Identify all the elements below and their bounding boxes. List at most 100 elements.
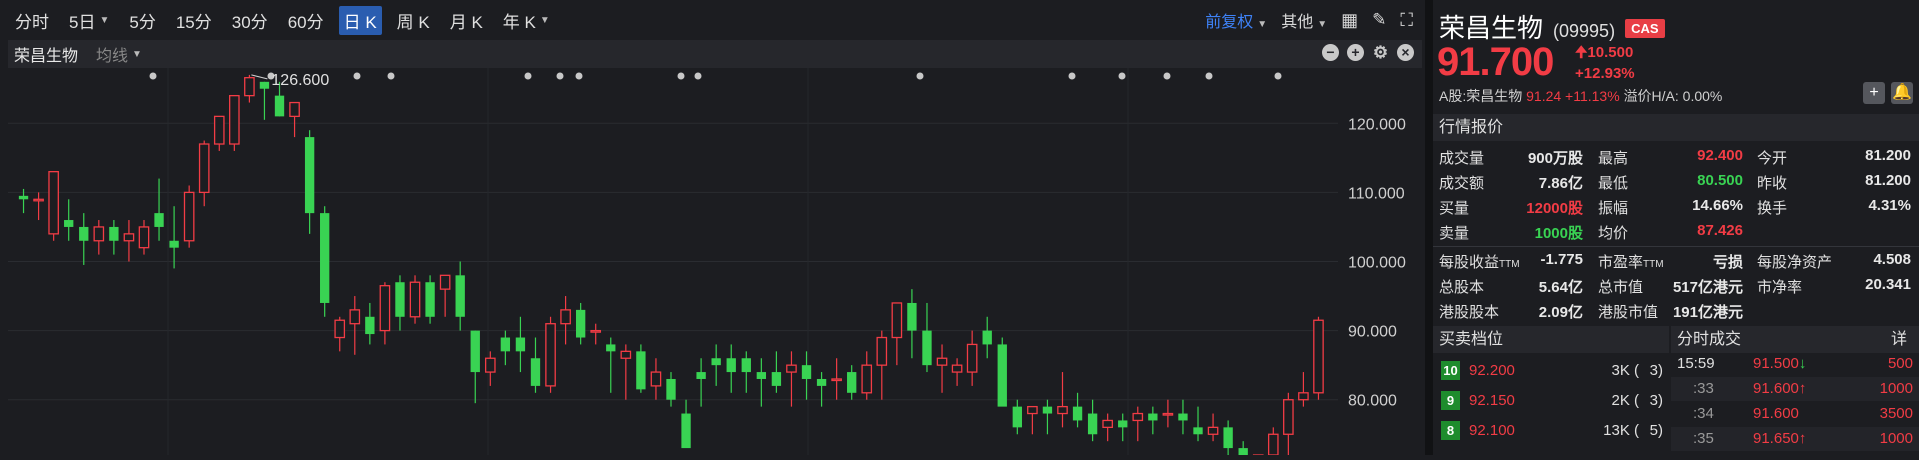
orderbook-row[interactable]: 9 92.150 2K (3) [1433,385,1669,415]
quote-row: 港股股本 2.09亿 港股市值 191亿港元 [1433,298,1919,323]
candle-body [274,95,285,117]
candle-body [907,302,917,331]
last-price: 91.700 [1437,40,1554,84]
layout-grid-icon[interactable]: ▦ [1341,10,1358,31]
section-separator [1433,246,1919,247]
quote-row: 买量 12000股 振幅 14.66% 换手 4.31% [1433,194,1919,219]
period-tab[interactable]: 分时 [10,6,54,35]
candle-body [320,213,330,303]
change-pct: +12.93% [1575,65,1635,82]
candle-body [123,233,135,242]
period-tab[interactable]: 60分 [283,6,329,35]
candle-body [620,350,632,359]
period-tab-label: 15分 [175,12,212,32]
orderbook-row[interactable]: 10 92.200 3K (3) [1433,355,1669,385]
close-icon[interactable]: × [1397,44,1414,61]
y-tick-label: 110.000 [1348,185,1405,202]
chart-subbar: 荣昌生物 均线 ▼ − + ⚙ × [8,40,1422,68]
candle-body [681,413,691,449]
candle-body [575,309,586,338]
order-volume: 13K ( [1603,422,1639,439]
period-tab[interactable]: 5日 ▼ [64,6,114,35]
candle-body [304,137,315,214]
quote-label: 今开 [1757,150,1788,167]
candle-body [244,77,255,97]
period-tab[interactable]: 15分 [171,6,217,35]
quote-label: 昨收 [1757,175,1788,192]
candle-body [198,143,210,194]
event-dot [1068,72,1076,80]
tick-time: 15:59 [1677,355,1715,372]
quote-row: 卖量 1000股 均价 87.426 [1433,219,1919,244]
quote-label: 每股净资产 [1757,254,1833,271]
candle-body [1148,413,1158,421]
candle-body [1162,412,1174,416]
ticks-detail-button[interactable]: 详 [1891,326,1907,353]
period-tab[interactable]: 5分 [124,6,160,35]
candle-body [395,282,405,317]
level-badge: 9 [1441,391,1460,410]
order-price: 92.150 [1469,392,1515,409]
market-header: 行情报价 [1433,114,1919,141]
candle-body [1042,406,1053,414]
quote-label: 市净率 [1757,279,1803,296]
period-tab-label: 周 K [396,12,430,32]
candle-body [1118,420,1128,428]
candle-body [1027,405,1038,415]
indicator-dropdown[interactable]: 均线 ▼ [96,42,142,66]
kline-chart[interactable]: 120.000 110.000 100.000 90.000 80.000 126.600… [8,68,1422,460]
period-tab[interactable]: 年 K ▼ [498,6,555,35]
candle-body [1207,426,1219,435]
quote-value: 81.200 [1865,147,1911,164]
quote-value: 191亿港元 [1672,304,1743,321]
event-dot [916,72,924,80]
arrow-up-icon: ↑ [1798,430,1807,447]
period-tab[interactable]: 月 K [445,6,488,35]
subbar-icons: − + ⚙ × [1322,44,1414,61]
candle-body [109,226,119,241]
ticks-header: 分时成交 详 [1671,326,1919,353]
y-tick-label: 90.000 [1348,324,1397,341]
candle-body [801,365,812,379]
fullscreen-icon[interactable]: ⛶ [1400,10,1413,31]
candle-body [936,357,948,366]
period-tab[interactable]: 日 K [338,5,382,35]
event-dot [524,72,532,80]
candle-body [545,323,556,387]
candle-body [1102,419,1113,429]
period-tab[interactable]: 30分 [227,6,273,35]
quote-label: 总股本 [1439,279,1485,296]
other-dropdown[interactable]: 其他 ▼ [1281,8,1327,32]
candle-body [409,281,421,318]
quote-value: 4.31% [1868,197,1911,214]
add-watchlist-button[interactable]: + [1863,82,1885,104]
settings-icon[interactable]: ⚙ [1372,44,1389,61]
candle-body [1283,399,1294,435]
candle-body [1223,427,1233,449]
period-tab[interactable]: 周 K [392,6,435,35]
brush-icon[interactable]: ✎ [1372,10,1386,30]
alert-bell-icon[interactable]: 🔔 [1891,82,1913,104]
chevron-down-icon: ▼ [99,14,110,26]
kline-svg[interactable]: 120.000 110.000 100.000 90.000 80.000 126.600… [8,68,1422,460]
tick-time: :33 [1693,380,1714,397]
change-value: 10.500 [1587,44,1634,61]
tick-time: :34 [1693,405,1714,422]
panel-divider[interactable] [1425,0,1433,455]
zoom-out-icon[interactable]: − [1322,44,1339,61]
price-change: 🠉10.500 +12.93% [1575,42,1635,84]
tick-volume: 1000 [1879,380,1913,397]
tick-price: 91.600 [1753,405,1799,422]
zoom-in-icon[interactable]: + [1347,44,1364,61]
candle-body [1267,433,1279,456]
candle-body [1178,413,1188,421]
period-tab-label: 年 K [502,12,536,32]
orderbook-row[interactable]: 8 92.100 13K (5) [1433,415,1669,445]
candle-body [79,226,89,241]
quote-value: 7.86亿 [1538,175,1583,192]
candle-body [1238,448,1248,460]
high-price-label: 126.600 [271,72,329,89]
candle-body [138,226,150,249]
tick-row: 15:59 91.500↓ 500 [1671,352,1919,376]
adjust-dropdown[interactable]: 前复权 ▼ [1205,8,1267,32]
